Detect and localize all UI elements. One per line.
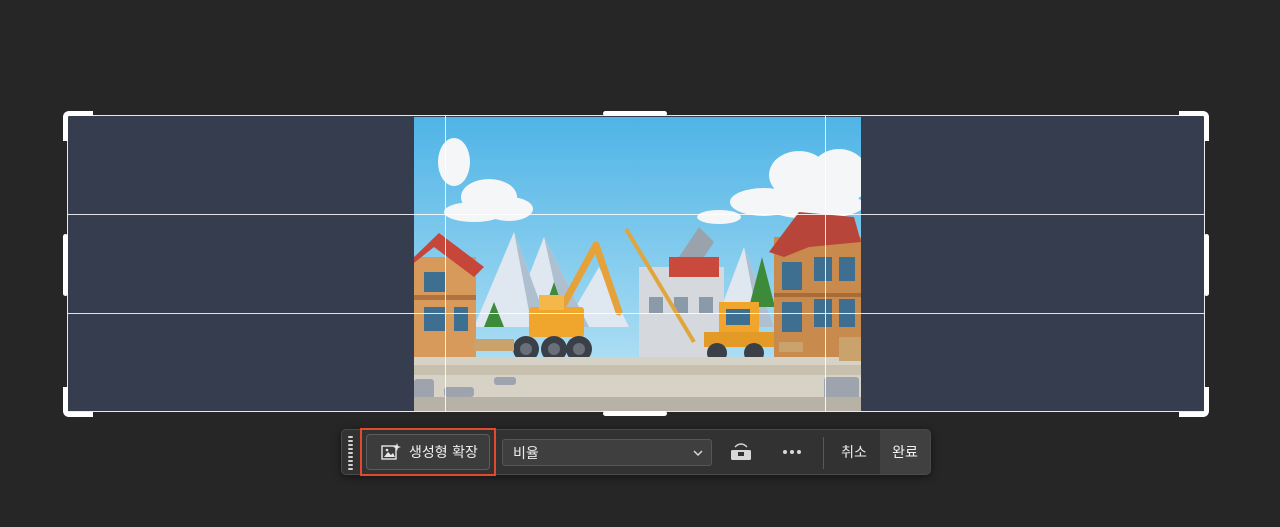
drag-grip-handle[interactable] <box>346 436 354 470</box>
generative-expand-label: 생성형 확장 <box>409 445 478 461</box>
crop-handle-top-left[interactable] <box>63 111 93 141</box>
crop-handle-top[interactable] <box>603 111 667 116</box>
done-button[interactable]: 완료 <box>880 430 930 474</box>
construction-scene-image <box>414 117 861 411</box>
crop-canvas[interactable] <box>67 116 1205 412</box>
crop-handle-bottom-left[interactable] <box>63 387 93 417</box>
crop-handle-right[interactable] <box>1204 234 1209 296</box>
contextual-task-bar: 생성형 확장 비율 취소 완료 <box>341 428 931 476</box>
crop-handle-left[interactable] <box>63 234 68 296</box>
ratio-dropdown-value: 비율 <box>513 445 539 462</box>
crop-handle-top-right[interactable] <box>1179 111 1209 141</box>
straighten-icon <box>731 443 751 460</box>
generative-expand-icon <box>381 443 401 460</box>
chevron-down-icon <box>693 450 703 457</box>
more-options-button[interactable] <box>779 441 805 463</box>
taskbar-divider <box>823 437 824 469</box>
generative-expand-highlight: 생성형 확장 <box>360 428 496 476</box>
generative-expand-button[interactable]: 생성형 확장 <box>366 434 490 470</box>
more-options-icon <box>783 450 787 454</box>
crop-handle-bottom-right[interactable] <box>1179 387 1209 417</box>
ratio-dropdown[interactable]: 비율 <box>502 439 712 466</box>
straighten-button[interactable] <box>729 441 753 463</box>
crop-handle-bottom[interactable] <box>603 411 667 416</box>
cancel-button[interactable]: 취소 <box>832 436 876 468</box>
